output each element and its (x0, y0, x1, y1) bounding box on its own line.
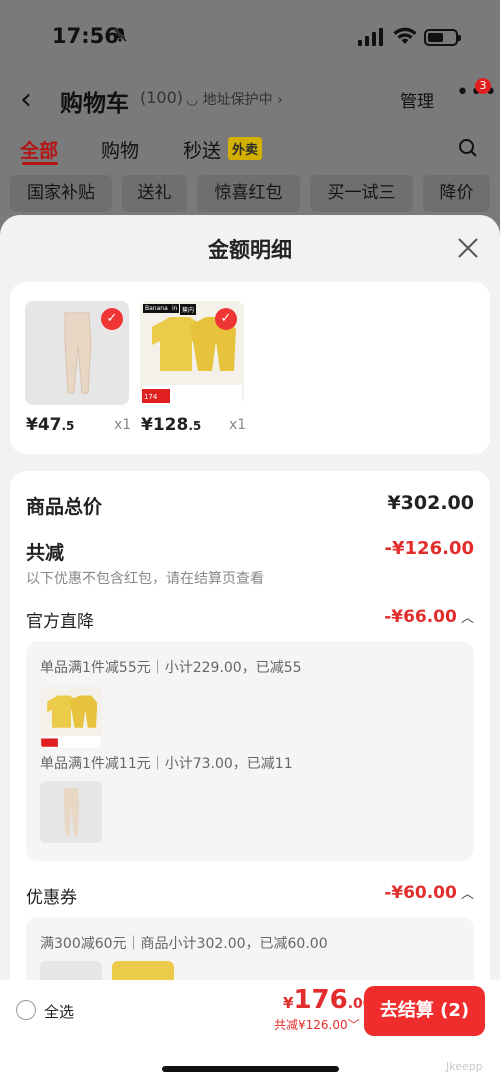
price-integer: ¥47 (26, 415, 62, 435)
total-integer: 176 (293, 985, 348, 1015)
coupon-rule: 满300减60元｜商品小计302.00，已减60.00 (40, 936, 328, 952)
tab-instant-delivery[interactable]: 秒送 (183, 136, 221, 163)
brand-badge-in: in (170, 304, 180, 313)
discount-label: 共减 (26, 542, 65, 564)
chip-price-drop[interactable]: 降价 (423, 175, 490, 212)
total-price-label: 商品总价 (26, 496, 103, 518)
official-discount-label: 官方直降 (26, 612, 94, 632)
watermark: Jkeepp (446, 1060, 483, 1073)
active-tab-indicator (22, 162, 58, 165)
image-price-tag: 174 (144, 393, 158, 401)
official-discount-toggle[interactable]: -¥66.00 ︿ (384, 607, 474, 627)
discount-hint: 以下优惠不包含红包，请在结算页查看 (26, 571, 264, 587)
close-icon[interactable] (456, 236, 480, 260)
chip-national-subsidy[interactable]: 国家补贴 (10, 175, 112, 212)
status-time: 17:56 (52, 24, 119, 48)
product-price: ¥128.5 (141, 415, 201, 435)
price-integer: ¥128 (141, 415, 189, 435)
manage-button[interactable]: 管理 (400, 87, 434, 112)
brand-label: Banana (143, 304, 170, 313)
total-amount: ¥176.00 (283, 985, 373, 1015)
select-all-label[interactable]: 全选 (44, 1001, 74, 1022)
cellular-signal-icon (358, 28, 384, 46)
cart-count: (100) (140, 88, 184, 107)
sheet-title: 金额明细 (208, 238, 292, 262)
back-chevron-icon[interactable]: ‹ (20, 82, 32, 117)
selected-check-icon[interactable]: ✓ (215, 308, 237, 330)
tab-all[interactable]: 全部 (20, 136, 58, 163)
pajamas-thumbnail (40, 686, 102, 748)
chip-gift[interactable]: 送礼 (122, 175, 187, 212)
home-indicator (162, 1066, 339, 1072)
takeout-tag: 外卖 (228, 137, 263, 160)
page-title: 购物车 (60, 91, 129, 117)
search-icon[interactable] (458, 138, 478, 162)
coupon-label: 优惠券 (26, 888, 77, 908)
product-quantity: x1 (114, 417, 132, 433)
discount-rule: 单品满1件减55元｜小计229.00，已减55 (40, 660, 302, 676)
tights-thumbnail (40, 781, 102, 843)
selected-check-icon[interactable]: ✓ (101, 308, 123, 330)
total-price-value: ¥302.00 (387, 492, 474, 514)
mute-bell-icon (112, 27, 128, 47)
chip-surprise-red-packet[interactable]: 惊喜红包 (197, 175, 300, 212)
smile-icon: ◡ (186, 92, 203, 108)
product-quantity: x1 (229, 417, 247, 433)
chevron-right-icon: › (272, 92, 283, 108)
chevron-up-icon: ︿ (456, 611, 474, 626)
brand-badge-tag: 蕉内 (180, 304, 197, 315)
official-discount-value: -¥66.00 (384, 607, 457, 627)
chevron-up-icon: ︿ (456, 887, 474, 902)
coupon-value: -¥60.00 (384, 883, 457, 903)
discount-rule: 单品满1件减11元｜小计73.00，已减11 (40, 756, 293, 772)
price-decimal: .5 (61, 419, 75, 433)
saved-amount: 共减¥126.00 (274, 1018, 348, 1032)
select-all-radio[interactable] (16, 1000, 36, 1020)
currency-symbol: ¥ (283, 994, 294, 1012)
chip-buy-one-try-three[interactable]: 买一试三 (310, 175, 413, 212)
wifi-icon (392, 26, 418, 46)
coupon-toggle[interactable]: -¥60.00 ︿ (384, 883, 474, 903)
tab-shopping[interactable]: 购物 (101, 136, 139, 163)
address-protection[interactable]: ◡ 地址保护中 › (186, 89, 283, 109)
discount-value: -¥126.00 (384, 538, 474, 559)
battery-icon (424, 29, 461, 46)
checkout-button[interactable]: 去结算 (2) (364, 986, 485, 1036)
address-protection-label: 地址保护中 (202, 92, 273, 108)
notification-badge: 3 (475, 78, 491, 94)
saved-amount-toggle[interactable]: 共减¥126.00﹀ (274, 1016, 360, 1033)
product-price: ¥47.5 (26, 415, 74, 435)
chevron-down-icon: ﹀ (347, 1018, 360, 1032)
price-decimal: .5 (188, 419, 202, 433)
